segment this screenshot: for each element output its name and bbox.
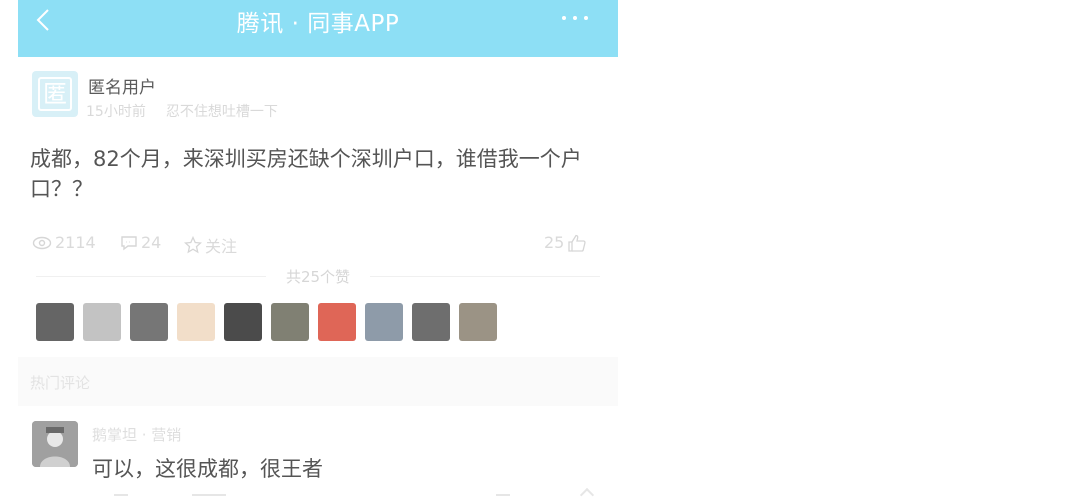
eye-icon	[32, 236, 52, 249]
comment-action-icon[interactable]	[496, 494, 510, 500]
more-dot	[573, 16, 577, 20]
liker-avatar-8[interactable]	[365, 303, 403, 341]
comment-text: 可以，这很成都，很王者	[92, 457, 323, 481]
liker-avatar-10[interactable]	[459, 303, 497, 341]
comment-actions	[92, 487, 612, 500]
more-button[interactable]	[560, 10, 592, 26]
avatar-char: 匿	[38, 77, 72, 111]
views-count: 2114	[55, 233, 96, 252]
liker-avatar-6[interactable]	[271, 303, 309, 341]
more-dots-icon	[562, 16, 566, 20]
follow-button[interactable]: 关注	[184, 233, 237, 257]
comments-count: 24	[141, 233, 162, 252]
follow-label: 关注	[205, 237, 238, 256]
post-author[interactable]: 匿名用户	[88, 73, 156, 98]
comment-author[interactable]: 鹅掌坦 · 营销	[92, 424, 181, 445]
top-navbar: 腾讯 · 同事APP	[18, 0, 618, 57]
post-stats: 2114 24 关注 25	[32, 233, 598, 257]
liker-avatar-9[interactable]	[412, 303, 450, 341]
liker-avatar-3[interactable]	[130, 303, 168, 341]
page-title: 腾讯 · 同事APP	[236, 11, 400, 37]
post-body: 成都，82个月，来深圳买房还缺个深圳户口，谁借我一个户口？？	[30, 147, 582, 201]
phone-screen: 腾讯 · 同事APP 匿 匿名用户 15小时前 忍不住想吐槽一下 成都，82个月，…	[18, 0, 618, 500]
like-button[interactable]: 25	[544, 233, 587, 252]
liker-avatar-7[interactable]	[318, 303, 356, 341]
hot-comments-header: 热门评论	[18, 357, 618, 406]
liker-avatar-5[interactable]	[224, 303, 262, 341]
comments-stat[interactable]: 24	[120, 233, 161, 252]
comment-action-icon[interactable]	[192, 494, 226, 500]
post-tag[interactable]: 忍不住想吐槽一下	[166, 104, 278, 120]
hot-comments-title: 热门评论	[30, 374, 91, 392]
likes-divider: 共25个赞	[36, 266, 600, 286]
anonymous-avatar[interactable]: 匿	[32, 71, 78, 117]
divider-line	[370, 276, 600, 277]
comment-like-icon[interactable]	[579, 487, 595, 500]
star-icon	[184, 236, 202, 254]
thumbs-up-icon	[568, 234, 586, 252]
liker-avatar-1[interactable]	[36, 303, 74, 341]
more-dot	[584, 16, 588, 20]
liker-avatar-2[interactable]	[83, 303, 121, 341]
comment-icon	[121, 235, 137, 250]
likes-count: 25	[544, 233, 565, 252]
comment-avatar[interactable]	[32, 421, 78, 467]
liker-avatar-4[interactable]	[177, 303, 215, 341]
post-meta: 15小时前 忍不住想吐槽一下	[86, 101, 278, 121]
comment-action-icon[interactable]	[114, 494, 128, 500]
post-time: 15小时前	[86, 104, 146, 120]
views-stat: 2114	[32, 233, 96, 252]
user-photo-icon	[32, 421, 78, 467]
